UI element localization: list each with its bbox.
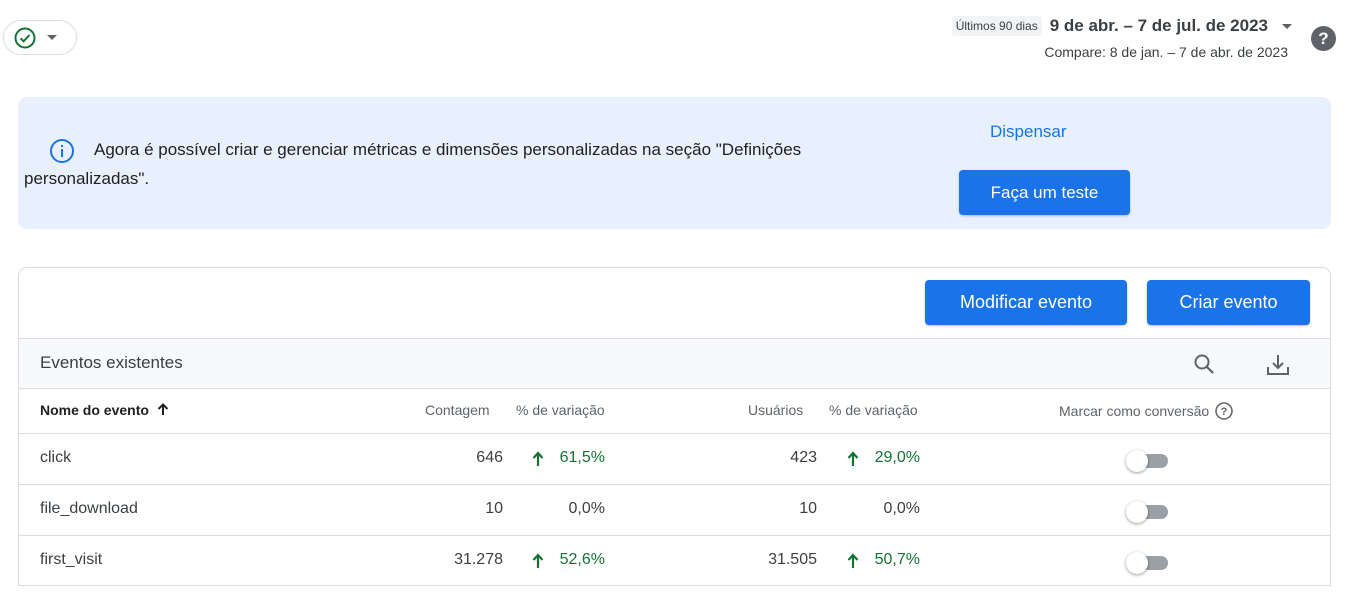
count-change: 0,0% — [568, 500, 605, 517]
conversion-toggle[interactable] — [1126, 499, 1168, 523]
help-icon[interactable]: ? — [1311, 26, 1336, 51]
event-name[interactable]: click — [40, 449, 71, 467]
table-title: Eventos existentes — [40, 353, 183, 372]
banner-message: Agora é possível criar e gerenciar métri… — [24, 140, 802, 188]
arrow-up-icon — [157, 403, 169, 415]
column-header-name[interactable]: Nome do evento — [40, 402, 169, 418]
create-event-button[interactable]: Criar evento — [1147, 280, 1310, 325]
arrow-up-icon — [532, 451, 544, 466]
svg-text:?: ? — [1221, 406, 1228, 418]
date-compare-label: Compare: 8 de jan. – 7 de abr. de 2023 — [1044, 44, 1288, 60]
date-preset-badge: Últimos 90 dias — [951, 16, 1042, 36]
count-change: 52,6% — [559, 551, 605, 568]
chevron-down-icon[interactable] — [1282, 23, 1292, 29]
column-header-count-change[interactable]: % de variação — [516, 402, 605, 418]
event-name[interactable]: first_visit — [40, 551, 102, 569]
event-count: 31.278 — [454, 551, 503, 568]
column-header-users-change[interactable]: % de variação — [829, 402, 918, 418]
arrow-up-icon — [847, 451, 859, 466]
column-header-conversion-label: Marcar como conversão — [1059, 403, 1210, 419]
column-header-conversion[interactable]: Marcar como conversão ? — [1059, 402, 1233, 420]
help-icon[interactable]: ? — [1215, 402, 1233, 420]
dismiss-link[interactable]: Dispensar — [990, 122, 1067, 142]
table-row[interactable]: first_visit 31.278 52,6% 31.505 50,7% — [19, 535, 1330, 585]
info-banner: Agora é possível criar e gerenciar métri… — [18, 97, 1331, 229]
try-button[interactable]: Faça um teste — [959, 170, 1130, 215]
column-header-name-label: Nome do evento — [40, 402, 149, 418]
table-toolbar: Eventos existentes — [19, 338, 1330, 389]
status-dropdown[interactable] — [3, 20, 77, 55]
date-range-label[interactable]: 9 de abr. – 7 de jul. de 2023 — [1050, 16, 1268, 36]
conversion-toggle[interactable] — [1126, 448, 1168, 472]
arrow-up-icon — [532, 553, 544, 568]
event-count: 646 — [476, 449, 503, 466]
download-icon[interactable] — [1265, 352, 1291, 378]
table-row[interactable]: file_download 10 0,0% 10 0,0% — [19, 484, 1330, 535]
check-circle-icon — [14, 27, 36, 48]
users-count: 423 — [790, 449, 817, 466]
users-change: 50,7% — [874, 551, 920, 568]
users-count: 10 — [799, 500, 817, 517]
table-row[interactable]: click 646 61,5% 423 29,0% — [19, 433, 1330, 484]
users-change: 29,0% — [874, 449, 920, 466]
search-icon[interactable] — [1192, 352, 1216, 376]
conversion-toggle[interactable] — [1126, 550, 1168, 574]
modify-event-button[interactable]: Modificar evento — [925, 280, 1127, 325]
event-name[interactable]: file_download — [40, 500, 138, 518]
column-header-count[interactable]: Contagem — [425, 402, 490, 418]
event-count: 10 — [485, 500, 503, 517]
users-change: 0,0% — [883, 500, 920, 517]
users-count: 31.505 — [768, 551, 817, 568]
events-card: Modificar evento Criar evento Eventos ex… — [18, 267, 1331, 586]
chevron-down-icon — [47, 35, 57, 40]
count-change: 61,5% — [559, 449, 605, 466]
date-range-picker[interactable]: Últimos 90 dias 9 de abr. – 7 de jul. de… — [951, 14, 1292, 60]
arrow-up-icon — [847, 553, 859, 568]
column-header-users[interactable]: Usuários — [748, 402, 803, 418]
